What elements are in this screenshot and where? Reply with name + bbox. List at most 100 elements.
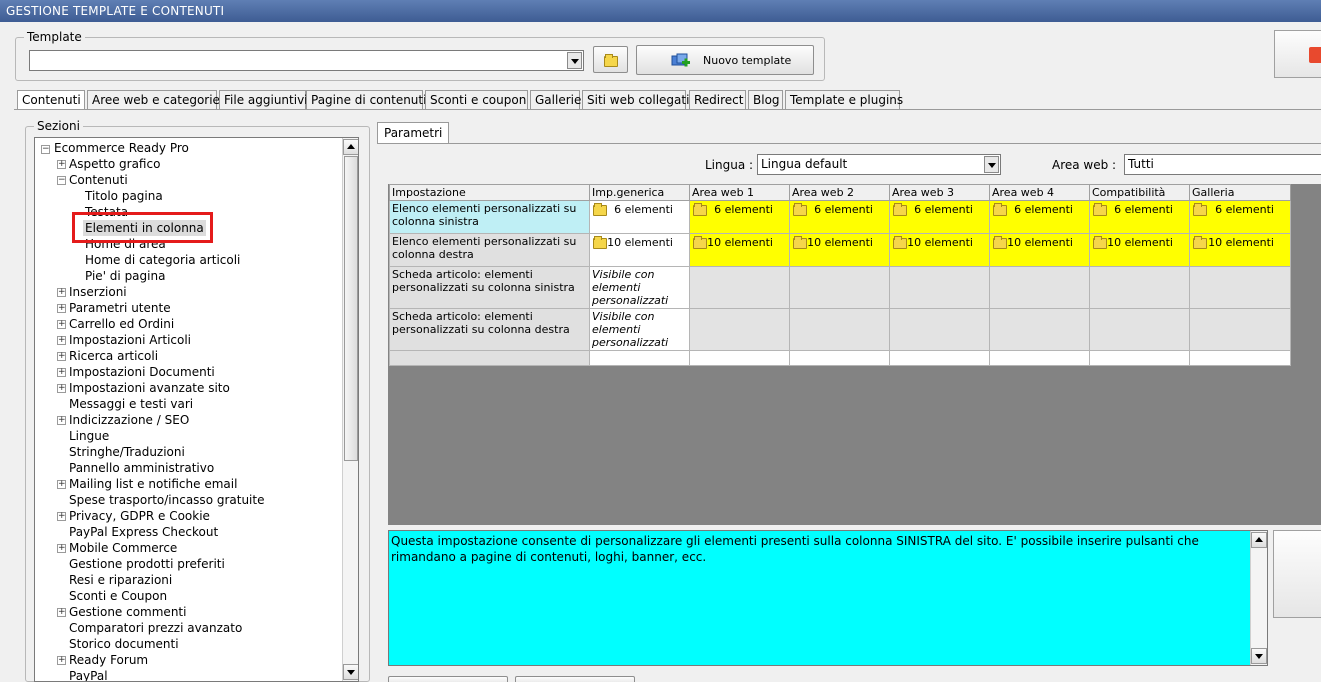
scroll-up-button[interactable] — [1251, 532, 1267, 548]
scroll-down-button[interactable] — [343, 664, 358, 680]
setting-name-cell[interactable]: Elenco elementi personalizzati su colonn… — [389, 233, 590, 267]
scroll-down-button[interactable] — [1251, 648, 1267, 664]
tree-item[interactable]: PayPal Express Checkout — [69, 524, 218, 540]
tree-expand-toggle[interactable]: + — [57, 352, 66, 361]
area-value-cell[interactable]: 6 elementi — [889, 200, 990, 234]
tab-contenuti[interactable]: Contenuti — [17, 90, 85, 110]
description-scrollbar[interactable] — [1250, 531, 1267, 665]
tree-root[interactable]: Ecommerce Ready Pro — [54, 140, 189, 156]
tree-expand-toggle[interactable]: + — [57, 368, 66, 377]
tab-blog[interactable]: Blog — [748, 90, 783, 110]
tab-sconti-coupon[interactable]: Sconti e coupon — [425, 90, 528, 110]
tree-item[interactable]: Privacy, GDPR e Cookie — [69, 508, 210, 524]
area-value-cell[interactable] — [889, 308, 990, 351]
tree-collapse-toggle[interactable]: − — [41, 145, 50, 154]
area-value-cell[interactable]: 10 elementi — [1089, 233, 1190, 267]
tree-item[interactable]: Resi e riparazioni — [69, 572, 172, 588]
column-header[interactable]: Imp.generica — [589, 184, 690, 201]
area-value-cell[interactable]: 10 elementi — [989, 233, 1090, 267]
column-header[interactable]: Area web 3 — [889, 184, 990, 201]
setting-name-cell[interactable]: Scheda articolo: elementi personalizzati… — [389, 266, 590, 309]
table-row[interactable]: Scheda articolo: elementi personalizzati… — [389, 308, 1291, 351]
tree-item[interactable]: Gestione commenti — [69, 604, 186, 620]
tree-item[interactable]: PayPal — [69, 668, 108, 681]
tab-template-plugins[interactable]: Template e plugins — [785, 90, 903, 110]
setting-name-cell[interactable]: Scheda articolo: elementi personalizzati… — [389, 308, 590, 351]
tree-item[interactable]: Sconti e Coupon — [69, 588, 167, 604]
tree-expand-toggle[interactable]: + — [57, 608, 66, 617]
tree-expand-toggle[interactable]: + — [57, 288, 66, 297]
scroll-thumb[interactable] — [344, 156, 358, 461]
tree-item[interactable]: Pie' di pagina — [85, 268, 165, 284]
column-header[interactable]: Area web 2 — [789, 184, 890, 201]
tree-expand-toggle[interactable]: + — [57, 336, 66, 345]
area-value-cell[interactable]: 6 elementi — [1189, 200, 1291, 234]
tree-item[interactable]: Carrello ed Ordini — [69, 316, 174, 332]
area-value-cell[interactable] — [1089, 308, 1190, 351]
table-row[interactable]: Elenco elementi personalizzati su colonn… — [389, 233, 1291, 267]
area-value-cell[interactable] — [789, 308, 890, 351]
tree-item[interactable]: Titolo pagina — [85, 188, 163, 204]
tree-item[interactable]: Impostazioni Documenti — [69, 364, 215, 380]
tab-gallerie[interactable]: Gallerie — [530, 90, 581, 110]
new-template-button[interactable]: Nuovo template — [636, 45, 814, 75]
area-value-cell[interactable] — [1089, 266, 1190, 309]
tree-item[interactable]: Ready Forum — [69, 652, 148, 668]
generic-value-cell[interactable]: Visibile con elementi personalizzati — [589, 308, 690, 351]
tree-item[interactable]: Mailing list e notifiche email — [69, 476, 237, 492]
tab-parametri[interactable]: Parametri — [377, 122, 450, 144]
tree-scrollbar[interactable] — [342, 138, 358, 681]
area-value-cell[interactable]: 10 elementi — [689, 233, 790, 267]
table-row[interactable]: Elenco elementi personalizzati su colonn… — [389, 200, 1291, 234]
tree-expand-toggle[interactable]: + — [57, 480, 66, 489]
tree-item[interactable]: Lingue — [69, 428, 109, 444]
table-row[interactable]: Scheda articolo: elementi personalizzati… — [389, 266, 1291, 309]
tree-item[interactable]: Storico documenti — [69, 636, 179, 652]
scroll-up-button[interactable] — [343, 139, 358, 155]
lingua-select[interactable]: Lingua default — [757, 154, 1001, 175]
tree-collapse-toggle[interactable]: − — [57, 176, 66, 185]
area-value-cell[interactable] — [1189, 308, 1291, 351]
tab-pagine-contenuti[interactable]: Pagine di contenuti — [306, 90, 426, 110]
column-header[interactable]: Area web 1 — [689, 184, 790, 201]
tree-expand-toggle[interactable]: + — [57, 304, 66, 313]
tree-item[interactable]: Aspetto grafico — [69, 156, 160, 172]
tree-expand-toggle[interactable]: + — [57, 512, 66, 521]
tree-item[interactable]: Contenuti — [69, 172, 128, 188]
area-value-cell[interactable]: 10 elementi — [1189, 233, 1291, 267]
area-value-cell[interactable] — [689, 266, 790, 309]
area-web-select[interactable]: Tutti — [1124, 154, 1321, 175]
area-value-cell[interactable] — [1189, 266, 1291, 309]
setting-name-cell[interactable]: Elenco elementi personalizzati su colonn… — [389, 200, 590, 234]
area-value-cell[interactable] — [989, 266, 1090, 309]
tree-item[interactable]: Home di categoria articoli — [85, 252, 240, 268]
open-folder-button[interactable] — [593, 46, 628, 73]
area-value-cell[interactable] — [889, 266, 990, 309]
area-value-cell[interactable] — [689, 308, 790, 351]
side-action-button[interactable] — [1273, 530, 1321, 618]
tree-expand-toggle[interactable]: + — [57, 416, 66, 425]
column-header[interactable]: Impostazione — [389, 184, 590, 201]
area-value-cell[interactable]: 10 elementi — [789, 233, 890, 267]
tree-item[interactable]: Comparatori prezzi avanzato — [69, 620, 242, 636]
tree-expand-toggle[interactable]: + — [57, 320, 66, 329]
column-header[interactable]: Galleria — [1189, 184, 1291, 201]
area-value-cell[interactable]: 10 elementi — [889, 233, 990, 267]
generic-value-cell[interactable]: Visibile con elementi personalizzati — [589, 266, 690, 309]
tree-item[interactable]: Parametri utente — [69, 300, 171, 316]
tree-item[interactable]: Spese trasporto/incasso gratuite — [69, 492, 264, 508]
area-value-cell[interactable]: 6 elementi — [1089, 200, 1190, 234]
area-value-cell[interactable]: 6 elementi — [689, 200, 790, 234]
tab-aree-web-categorie[interactable]: Aree web e categorie — [87, 90, 220, 110]
tree-item[interactable]: Mobile Commerce — [69, 540, 177, 556]
area-value-cell[interactable]: 6 elementi — [789, 200, 890, 234]
close-window-button[interactable] — [1274, 30, 1321, 78]
generic-value-cell[interactable]: 10 elementi — [589, 233, 690, 267]
chevron-down-icon[interactable] — [984, 156, 999, 173]
bottom-button[interactable] — [388, 676, 508, 682]
tab-redirect[interactable]: Redirect — [689, 90, 746, 110]
column-header[interactable]: Compatibilità — [1089, 184, 1190, 201]
tree-item[interactable]: Impostazioni Articoli — [69, 332, 191, 348]
tree-item[interactable]: Stringhe/Traduzioni — [69, 444, 185, 460]
area-value-cell[interactable] — [789, 266, 890, 309]
